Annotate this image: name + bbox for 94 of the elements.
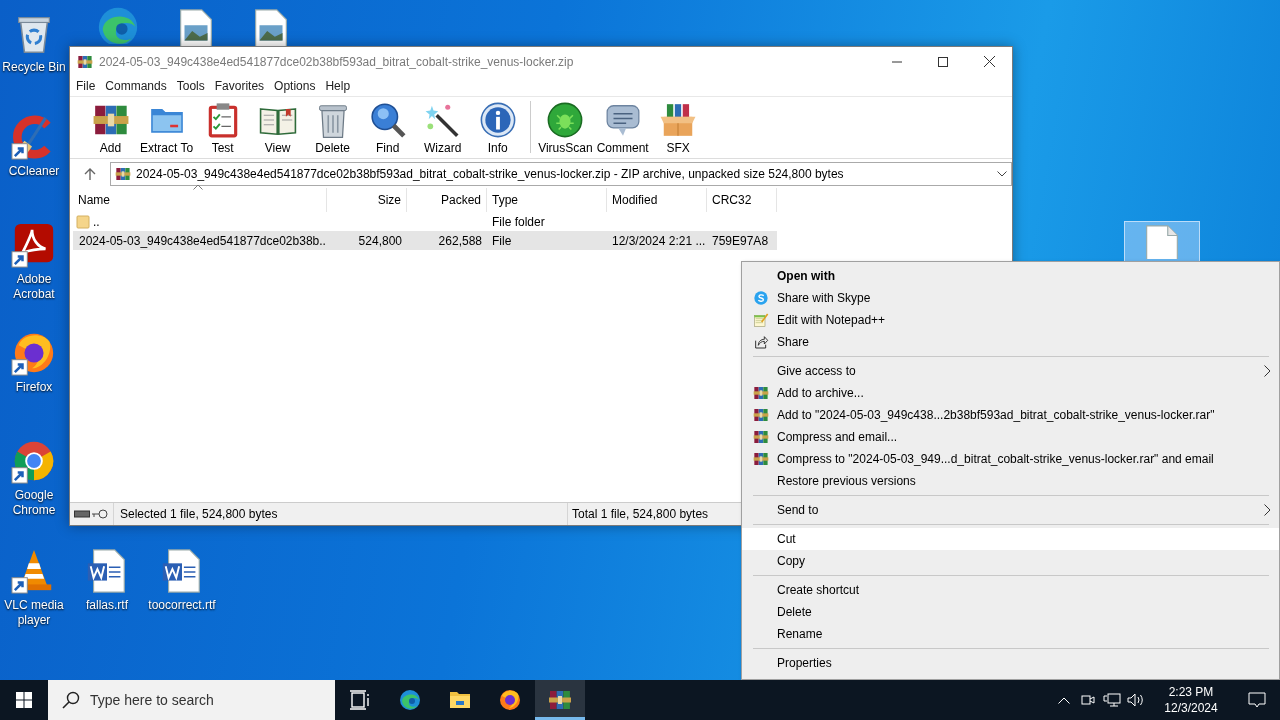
file-name-cell[interactable]: 2024-05-03_949c438e4ed541877dce02b38b... xyxy=(73,231,327,250)
toolbar-button[interactable]: Info xyxy=(470,101,526,155)
table-cell: 759E97A8 xyxy=(707,231,777,250)
menu-item[interactable]: Delete xyxy=(742,601,1279,623)
column-header[interactable]: Size xyxy=(327,188,407,212)
menu-item[interactable]: Favorites xyxy=(209,79,270,93)
menu-item[interactable]: Compress and email... xyxy=(742,426,1279,448)
search-icon xyxy=(62,691,80,709)
column-header[interactable]: Modified xyxy=(607,188,707,212)
menu-item[interactable]: Give access to xyxy=(742,360,1279,382)
desktop-icon-label[interactable]: CCleaner xyxy=(8,164,60,179)
info-icon xyxy=(478,101,517,139)
toolbar-button[interactable]: Find xyxy=(360,101,416,155)
notification-icon[interactable] xyxy=(1248,692,1266,708)
table-cell: 12/3/2024 2:21 ... xyxy=(607,231,707,250)
menu-item[interactable]: File xyxy=(71,79,101,93)
books-archive-icon xyxy=(752,429,769,445)
column-header[interactable]: CRC32 xyxy=(707,188,777,212)
key-icon xyxy=(92,509,108,519)
menu-item[interactable]: Add to archive... xyxy=(742,382,1279,404)
books-archive-icon xyxy=(77,53,93,70)
menu-item[interactable]: Create shortcut xyxy=(742,579,1279,601)
books-archive-icon xyxy=(548,688,572,712)
desktop-icon-label[interactable]: Recycle Bin xyxy=(2,60,66,75)
column-header[interactable]: Name xyxy=(73,188,327,212)
toolbar-button[interactable]: Wizard xyxy=(415,101,471,155)
task-view-icon xyxy=(348,688,372,712)
search-field[interactable]: Type here to search xyxy=(48,680,335,720)
address-field[interactable]: 2024-05-03_949c438e4ed541877dce02b38bf593ad_bitrat_cobalt-strike_venus-locker.zip - ZIP archive, unpacked size 524,800 bytes xyxy=(110,161,1012,186)
menu-item[interactable]: Edit with Notepad++ xyxy=(742,309,1279,331)
desktop-icon-label[interactable]: Google Chrome xyxy=(0,488,68,518)
books-archive-icon xyxy=(115,165,131,182)
column-header[interactable]: Packed xyxy=(407,188,487,212)
toolbar-button[interactable]: Comment xyxy=(594,101,651,155)
toolbar-button[interactable]: VirusScan xyxy=(536,101,595,155)
desktop-icon-label[interactable]: VLC media player xyxy=(0,598,68,628)
menu-item[interactable]: Share with Skype xyxy=(742,287,1279,309)
table-cell-text: File folder xyxy=(491,213,546,231)
chat-app-icon xyxy=(752,290,769,306)
toolbar-button[interactable]: Extract To xyxy=(138,101,196,155)
clock[interactable]: 2:23 PM 12/3/2024 xyxy=(1148,684,1234,716)
box-icon xyxy=(659,101,698,139)
menu-item[interactable]: Properties xyxy=(742,652,1279,674)
taskbar-button[interactable] xyxy=(535,680,585,720)
toolbar-button[interactable]: Delete xyxy=(305,101,361,155)
desktop-icon-label[interactable]: Adobe Acrobat xyxy=(0,272,68,302)
menu-item[interactable]: Share xyxy=(742,331,1279,353)
menu-item[interactable]: Open with xyxy=(742,265,1279,287)
desktop-icon-label[interactable]: fallas.rtf xyxy=(86,598,128,613)
volume-icon[interactable] xyxy=(1127,692,1145,708)
menu-item[interactable]: Options xyxy=(269,79,321,93)
camera-icon[interactable] xyxy=(1080,692,1096,708)
network-icon[interactable] xyxy=(1103,692,1121,708)
menu-item[interactable]: Restore previous versions xyxy=(742,470,1279,492)
share-icon xyxy=(752,334,769,350)
dropdown-icon[interactable] xyxy=(997,170,1007,177)
table-cell: 524,800 xyxy=(327,231,407,250)
table-cell: File xyxy=(487,231,607,250)
menu-item[interactable]: Add to "2024-05-03_949c438...2b38bf593ad_bitrat_cobalt-strike_venus-locker.rar" xyxy=(742,404,1279,426)
windows-logo-icon xyxy=(16,692,32,708)
toolbar-button[interactable]: Test xyxy=(195,101,251,155)
toolbar-button[interactable]: View xyxy=(250,101,306,155)
file-name-cell[interactable]: .. xyxy=(73,212,327,231)
desktop-icon-label[interactable]: Firefox xyxy=(15,380,53,395)
menu-item[interactable]: Tools xyxy=(171,79,210,93)
notepad-icon xyxy=(752,312,769,328)
drive-icon xyxy=(74,509,90,519)
up-arrow-icon[interactable] xyxy=(84,167,96,180)
maximize-icon xyxy=(938,56,948,67)
books-archive-icon xyxy=(752,451,769,467)
toolbar-button[interactable]: Add xyxy=(83,101,138,155)
menu-item[interactable]: Compress to "2024-05-03_949...d_bitrat_cobalt-strike_venus-locker.rar" and email xyxy=(742,448,1279,470)
fox-browser-icon xyxy=(498,688,522,712)
swirl-browser-icon xyxy=(398,688,422,712)
bug-icon xyxy=(546,101,585,139)
table-cell: 262,588 xyxy=(407,231,487,250)
search-icon xyxy=(368,101,407,139)
menu-item[interactable]: Help xyxy=(320,79,356,93)
desktop-icon-label[interactable]: toocorrect.rtf xyxy=(148,598,216,613)
menu-item[interactable]: Cut xyxy=(742,528,1279,550)
menu-item[interactable]: Copy xyxy=(742,550,1279,572)
books-archive-icon xyxy=(752,385,769,401)
status-text: Total 1 file, 524,800 bytes xyxy=(571,507,709,521)
menu-item[interactable]: Commands xyxy=(100,79,172,93)
toolbar-button[interactable]: SFX xyxy=(650,101,706,155)
window-title: 2024-05-03_949c438e4ed541877dce02b38bf593ad_bitrat_cobalt-strike_venus-locker.zip xyxy=(99,54,575,69)
menu-item[interactable]: Rename xyxy=(742,623,1279,645)
close-icon xyxy=(983,56,995,67)
books-archive-icon xyxy=(752,407,769,423)
chevron-up-icon[interactable] xyxy=(1058,696,1070,704)
column-header[interactable]: Type xyxy=(487,188,607,212)
status-text: Selected 1 file, 524,800 bytes xyxy=(114,503,568,525)
menu-item[interactable]: Send to xyxy=(742,499,1279,521)
folder-icon xyxy=(76,214,90,229)
